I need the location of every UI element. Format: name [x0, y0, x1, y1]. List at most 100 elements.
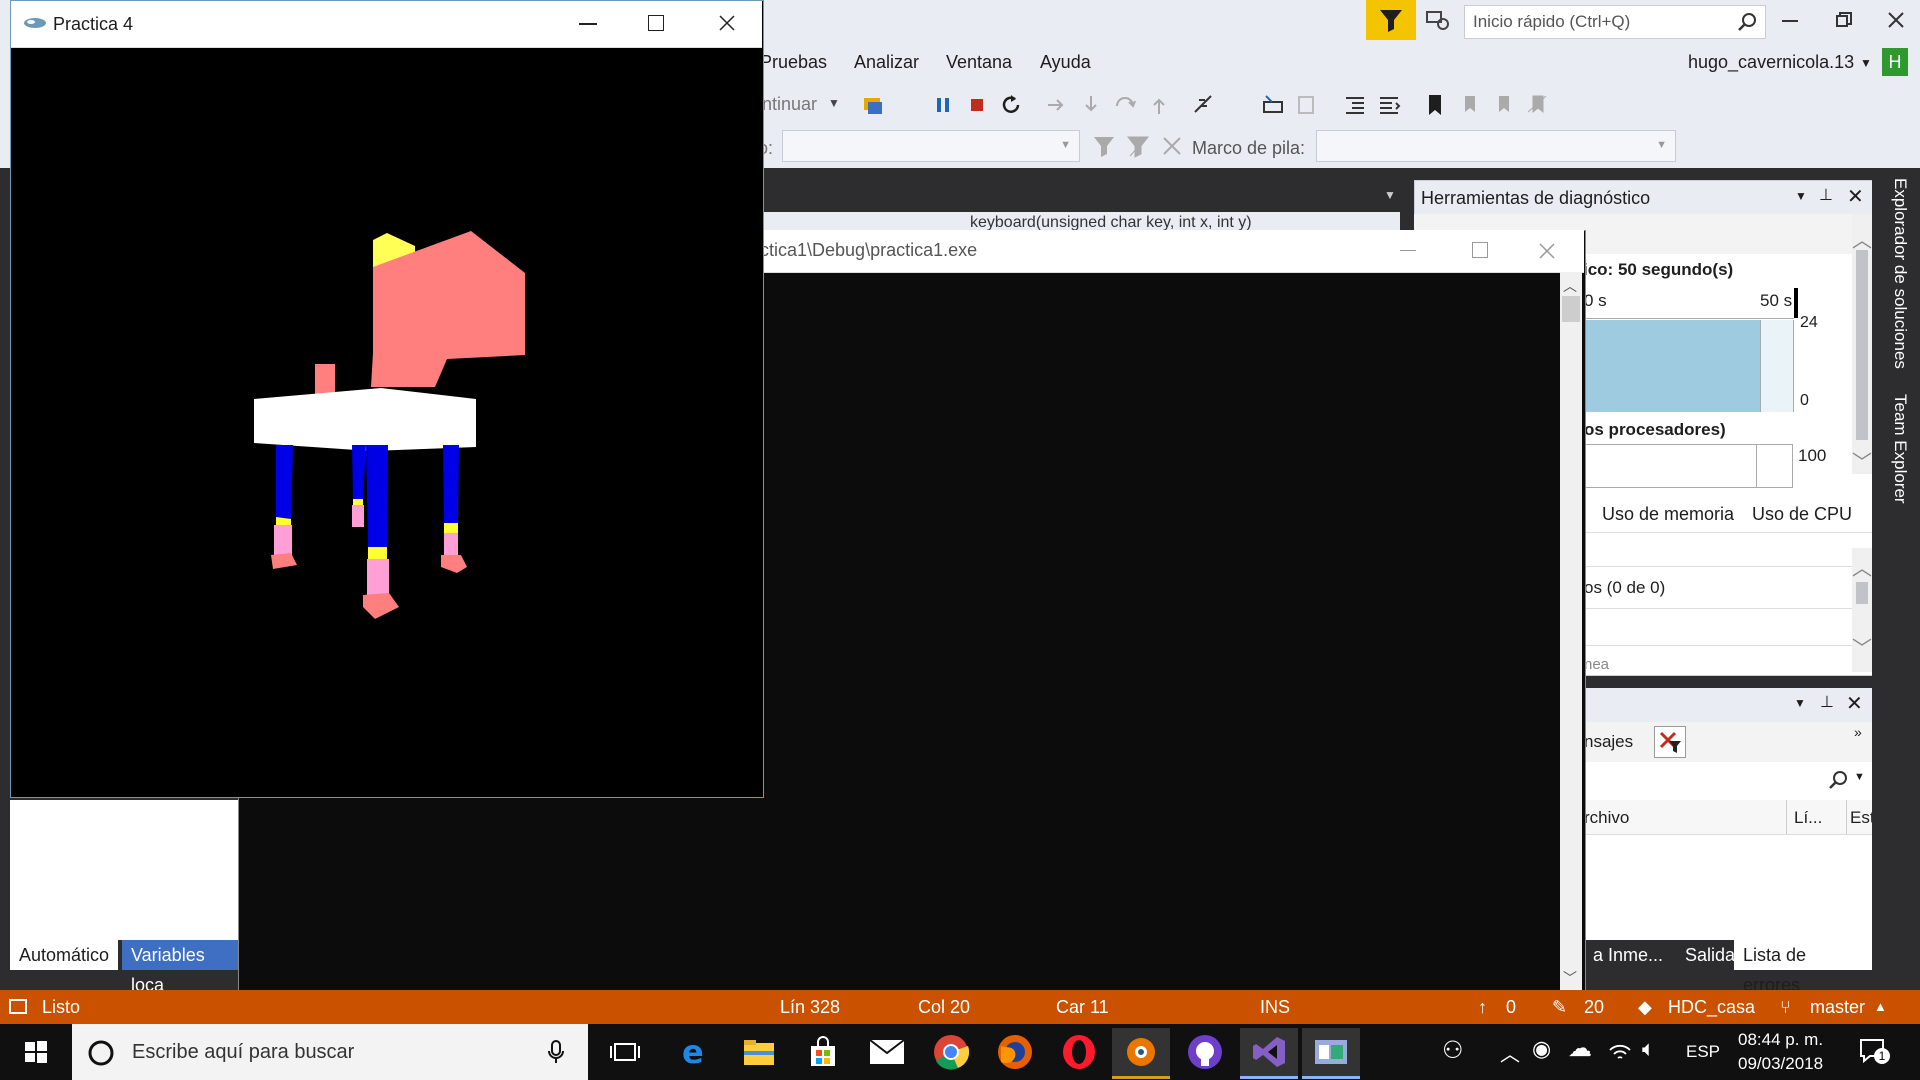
continue-dropdown-icon[interactable]: ▼ — [828, 96, 840, 110]
side-tab-solution-explorer[interactable]: Explorador de soluciones — [1880, 178, 1910, 369]
visual-studio-icon[interactable] — [1240, 1028, 1298, 1079]
status-up-count[interactable]: 0 — [1506, 997, 1516, 1018]
errorlist-close-icon[interactable]: ✕ — [1846, 691, 1863, 716]
firefox-icon[interactable] — [986, 1028, 1044, 1076]
repo-icon[interactable]: ◆ — [1638, 997, 1652, 1018]
glut-minimize-button[interactable] — [579, 23, 597, 25]
console-scrollbar[interactable]: ︿ ﹀ — [1560, 272, 1582, 990]
volume-icon[interactable]: 🔈︎ — [1642, 1036, 1655, 1062]
action-center-icon[interactable]: 1 — [1858, 1036, 1890, 1066]
tab-locals[interactable]: Variables loca — [122, 940, 240, 995]
side-tab-team-explorer[interactable]: Team Explorer — [1880, 394, 1910, 504]
tab-cpu-usage[interactable]: Uso de CPU — [1752, 504, 1852, 525]
people-icon[interactable]: ⚇ — [1442, 1036, 1464, 1065]
console-close-button[interactable] — [1538, 242, 1556, 260]
build-intellisense-icon[interactable] — [1654, 726, 1686, 758]
stack-frame-combo[interactable]: ▼ — [1316, 130, 1676, 162]
record-icon[interactable]: ◉ — [1532, 1036, 1551, 1062]
microphone-icon[interactable] — [548, 1040, 564, 1064]
process-combo[interactable]: ▼ — [782, 130, 1080, 162]
menu-pruebas[interactable]: Pruebas — [760, 52, 827, 73]
console-app-icon[interactable] — [1302, 1028, 1360, 1079]
step-over-icon[interactable] — [1112, 92, 1138, 118]
chevron-down-icon[interactable]: ▼ — [1860, 56, 1872, 70]
close-pane-icon[interactable]: ✕ — [1847, 184, 1864, 209]
close-vs-button[interactable] — [1886, 10, 1906, 30]
onedrive-icon[interactable]: ☁ — [1568, 1034, 1592, 1063]
process-icon[interactable] — [860, 92, 886, 118]
blender-icon[interactable] — [1112, 1028, 1170, 1079]
taskbar-search[interactable]: Escribe aquí para buscar — [72, 1024, 588, 1080]
prev-bookmark-icon[interactable] — [1456, 92, 1482, 118]
messages-tab-partial[interactable]: nsajes — [1584, 732, 1633, 752]
pencil-icon[interactable]: ✎ — [1552, 997, 1567, 1018]
events-scrollbar[interactable]: ︿ ﹀ — [1852, 548, 1872, 672]
col-state[interactable]: Est — [1850, 808, 1875, 828]
stop-icon[interactable] — [964, 92, 990, 118]
arrow-up-icon[interactable]: ↑ — [1478, 997, 1487, 1018]
store-icon[interactable] — [794, 1028, 852, 1076]
feedback-filter-button[interactable] — [1366, 0, 1416, 40]
tab-overflow-icon[interactable]: ▼ — [1384, 188, 1396, 202]
step-into-icon[interactable] — [1078, 92, 1104, 118]
next-bookmark-icon[interactable] — [1490, 92, 1516, 118]
console-minimize-button[interactable] — [1400, 250, 1416, 251]
task-view-icon[interactable] — [596, 1028, 654, 1076]
thread-filter-icon[interactable] — [1092, 134, 1116, 158]
indent-icon[interactable] — [1342, 92, 1368, 118]
menu-analizar[interactable]: Analizar — [854, 52, 919, 73]
clear-bookmarks-icon[interactable] — [1524, 92, 1550, 118]
col-line[interactable]: Lí... — [1794, 808, 1822, 828]
status-edit-count[interactable]: 20 — [1584, 997, 1604, 1018]
restore-vs-button[interactable] — [1836, 12, 1852, 28]
timeline-cursor[interactable] — [1794, 288, 1798, 318]
status-repo[interactable]: HDC_casa — [1668, 997, 1755, 1018]
tab-immediate[interactable]: a Inme... — [1584, 940, 1672, 970]
outdent-icon[interactable] — [1376, 92, 1402, 118]
clock-time[interactable]: 08:44 p. m. — [1738, 1030, 1823, 1050]
thread-icon[interactable] — [1260, 92, 1286, 118]
minimize-vs-button[interactable] — [1782, 20, 1798, 22]
pin-icon[interactable]: ⊥ — [1819, 185, 1833, 205]
col-file[interactable]: rchivo — [1584, 808, 1629, 828]
tab-autos[interactable]: Automático — [10, 940, 119, 970]
mail-icon[interactable] — [858, 1028, 916, 1076]
clock-date[interactable]: 09/03/2018 — [1738, 1054, 1823, 1074]
console-maximize-button[interactable] — [1472, 242, 1488, 258]
restart-icon[interactable] — [998, 92, 1024, 118]
user-name[interactable]: hugo_cavernicola.13 — [1688, 52, 1854, 73]
start-button[interactable] — [8, 1028, 64, 1076]
diagnostics-scrollbar[interactable]: ︿ ﹀ — [1852, 214, 1872, 474]
github-icon[interactable] — [1176, 1028, 1234, 1076]
errorlist-menu-icon[interactable]: ▼ — [1794, 696, 1806, 710]
overflow-icon[interactable]: » — [1854, 724, 1862, 740]
glut-maximize-button[interactable] — [648, 15, 664, 31]
tab-error-list[interactable]: Lista de errores — [1734, 940, 1872, 995]
edge-icon[interactable]: e — [666, 1028, 724, 1076]
stack-icon[interactable] — [1294, 92, 1320, 118]
show-hidden-icons[interactable]: ︿ — [1500, 1038, 1520, 1067]
flag-filter-icon[interactable] — [1126, 134, 1150, 158]
show-next-statement-icon[interactable] — [1044, 92, 1070, 118]
bookmark-icon[interactable] — [1422, 92, 1448, 118]
branch-icon[interactable]: ⑂ — [1780, 997, 1791, 1018]
status-branch[interactable]: master — [1810, 997, 1865, 1018]
pane-menu-icon[interactable]: ▼ — [1795, 189, 1807, 203]
pause-icon[interactable] — [930, 92, 956, 118]
errorlist-search-icon[interactable] — [1828, 770, 1848, 790]
account-settings-icon[interactable] — [1424, 8, 1452, 34]
glut-close-button[interactable] — [718, 14, 736, 32]
tab-memory-usage[interactable]: Uso de memoria — [1602, 504, 1734, 525]
menu-ayuda[interactable]: Ayuda — [1040, 52, 1091, 73]
hex-display-icon[interactable] — [1190, 92, 1216, 118]
continue-button-label[interactable]: ntinuar — [762, 94, 817, 115]
language-indicator[interactable]: ESP — [1686, 1042, 1720, 1062]
quick-launch-input[interactable]: Inicio rápido (Ctrl+Q) — [1464, 5, 1766, 39]
wifi-icon[interactable] — [1608, 1040, 1632, 1062]
errorlist-search[interactable]: ▼ — [1584, 764, 1872, 794]
errorlist-pin-icon[interactable]: ⊥ — [1820, 692, 1834, 712]
user-avatar[interactable]: H — [1882, 48, 1908, 76]
menu-ventana[interactable]: Ventana — [946, 52, 1012, 73]
chrome-icon[interactable] — [922, 1028, 980, 1076]
branch-up-icon[interactable]: ▲ — [1874, 999, 1887, 1014]
